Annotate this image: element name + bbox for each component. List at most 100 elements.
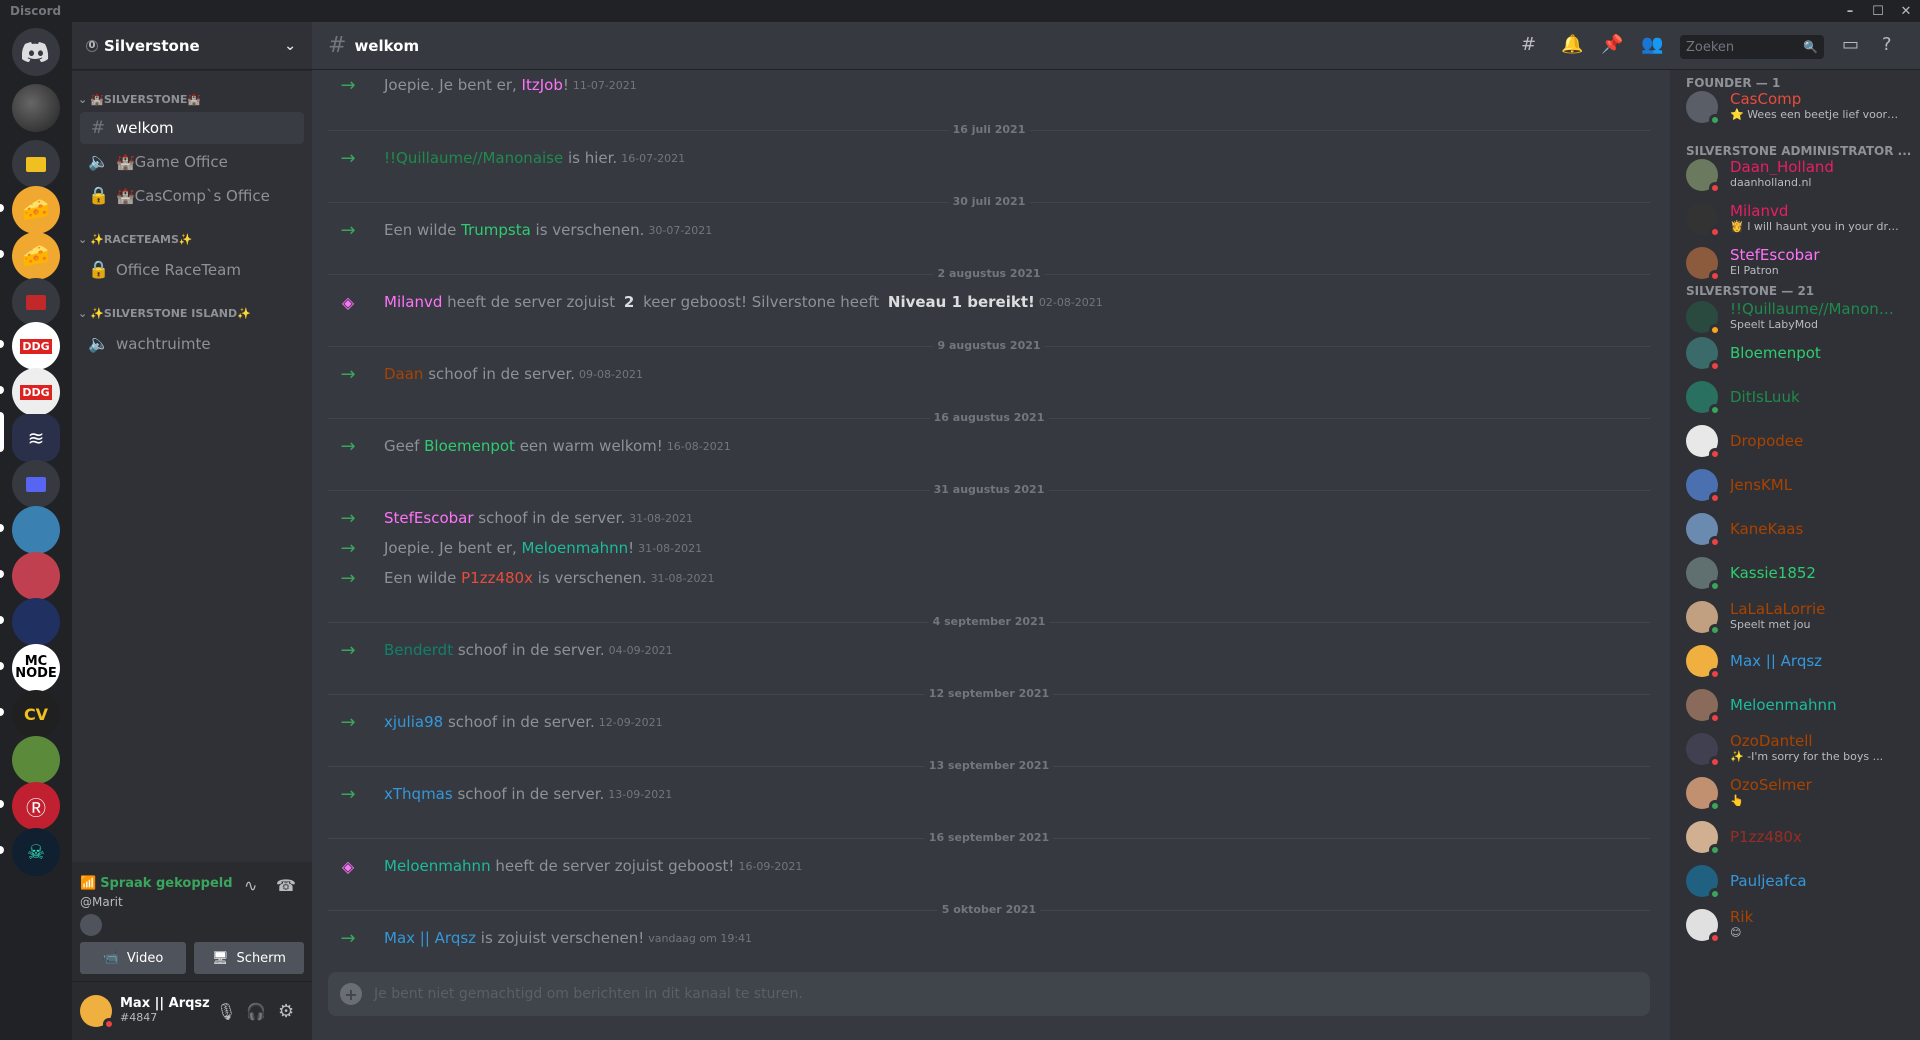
message-username[interactable]: ItzJob — [522, 76, 563, 94]
category-silverstone-island[interactable]: ⌄ ✨SILVERSTONE ISLAND✨ — [78, 307, 251, 320]
avatar — [1686, 689, 1721, 724]
member-item[interactable]: KaneKaas — [1678, 508, 1904, 550]
close-icon[interactable]: ✕ — [1892, 0, 1920, 22]
member-item[interactable]: Daan_Holland daanholland.nl — [1678, 154, 1904, 196]
boost-icon: ◈ — [341, 856, 355, 876]
cheese-server-icon-2[interactable]: 🧀 — [12, 232, 60, 280]
cv-server-icon[interactable]: CV — [12, 690, 60, 738]
members-icon[interactable]: 👥 — [1641, 34, 1663, 55]
member-item[interactable]: Bloemenpot — [1678, 332, 1904, 374]
member-item[interactable]: LaLaLaLorrie Speelt met jou — [1678, 596, 1904, 638]
message-username[interactable]: Trumpsta — [461, 221, 531, 239]
cheese-server-icon[interactable]: 🧀 — [12, 186, 60, 234]
headphones-icon[interactable]: 🎧 — [246, 1002, 266, 1021]
search-input[interactable]: Zoeken 🔍 — [1680, 35, 1824, 59]
member-item[interactable]: StefEscobar El Patron — [1678, 242, 1904, 284]
category-silverstone[interactable]: ⌄ 🏰SILVERSTONE🏰 — [78, 93, 201, 106]
avatar — [1686, 557, 1721, 592]
help-icon[interactable]: ? — [1882, 34, 1892, 55]
city-server-icon[interactable] — [12, 506, 60, 554]
channel-cascomp-office[interactable]: 🔒 🏰CasComp`s Office — [80, 180, 304, 212]
member-info: OzoDantell ✨ -I'm sorry for the boys ... — [1730, 733, 1883, 765]
voice-participant-avatar[interactable] — [80, 914, 102, 936]
message-username[interactable]: Benderdt — [384, 641, 453, 659]
threads-icon[interactable]: # — [1521, 34, 1536, 55]
member-info: DitIsLuuk — [1730, 389, 1800, 405]
screen-share-button[interactable]: 🖥 Scherm — [194, 942, 304, 974]
member-item[interactable]: CasComp ⭐ Wees een beetje lief voor e... — [1678, 86, 1904, 128]
pin-icon[interactable]: 📌 — [1601, 34, 1623, 55]
bell-icon[interactable]: 🔔 — [1561, 34, 1583, 55]
inbox-icon[interactable]: ▭ — [1842, 34, 1859, 55]
channel-wachtruimte[interactable]: 🔈 wachtruimte — [80, 328, 304, 360]
message-username[interactable]: Milanvd — [384, 293, 442, 311]
message-text: Geef — [384, 437, 425, 455]
member-item[interactable]: OzoSelmer 👆 — [1678, 772, 1904, 814]
member-item[interactable]: Meloenmahnn — [1678, 684, 1904, 726]
message-username[interactable]: StefEscobar — [384, 509, 474, 527]
channel-game-office[interactable]: 🔈 🏰Game Office — [80, 146, 304, 178]
message-username[interactable]: Meloenmahnn — [384, 857, 491, 875]
eagle-server-icon[interactable] — [12, 598, 60, 646]
member-item[interactable]: Rik 😊 — [1678, 904, 1904, 946]
member-item[interactable]: P1zz480x — [1678, 816, 1904, 858]
video-icon: 📹 — [102, 950, 119, 966]
channel-welkom[interactable]: # welkom — [80, 112, 304, 144]
user-avatar-guild[interactable] — [12, 84, 60, 132]
member-item[interactable]: DitIsLuuk — [1678, 376, 1904, 418]
message-username[interactable]: P1zz480x — [461, 569, 533, 587]
member-item[interactable]: Dropodee — [1678, 420, 1904, 462]
member-item[interactable]: Pauljeafca — [1678, 860, 1904, 902]
message-username[interactable]: !!Quillaume//Manonaise — [384, 149, 563, 167]
message-username[interactable]: Max || Arqsz — [384, 929, 476, 947]
message-username[interactable]: Meloenmahnn — [522, 539, 629, 557]
mc-node-server-icon[interactable]: MC NODE — [12, 644, 60, 692]
video-button[interactable]: 📹 Video — [80, 942, 186, 974]
folder-red-icon[interactable] — [12, 278, 60, 326]
message-username[interactable]: xThqmas — [384, 785, 453, 803]
member-name: Meloenmahnn — [1730, 697, 1837, 713]
member-item[interactable]: OzoDantell ✨ -I'm sorry for the boys ... — [1678, 728, 1904, 770]
date-divider: 16 september 2021 — [328, 831, 1650, 844]
silverstone-server-icon[interactable]: ≋ — [12, 414, 60, 462]
ddg-justitie-icon[interactable]: DDG — [12, 368, 60, 416]
channel-office-raceteam[interactable]: 🔒 Office RaceTeam — [80, 254, 304, 286]
disconnect-icon[interactable]: ☎ — [276, 876, 296, 895]
hash-icon: # — [328, 33, 347, 58]
member-item[interactable]: JensKML — [1678, 464, 1904, 506]
circle-logo-server-icon[interactable]: Ⓡ — [12, 782, 60, 830]
member-item[interactable]: Max || Arqsz — [1678, 640, 1904, 682]
voice-channel[interactable]: @Marit — [80, 895, 123, 909]
title-bar: Discord – ☐ ✕ — [0, 0, 1920, 22]
folder-yellow-icon[interactable] — [12, 140, 60, 188]
member-item[interactable]: Milanvd 👸 I will haunt you in your dre... — [1678, 198, 1904, 240]
member-info: StefEscobar El Patron — [1730, 247, 1820, 279]
message-username[interactable]: xjulia98 — [384, 713, 443, 731]
skull-server-icon[interactable]: ☠ — [12, 828, 60, 876]
microphone-icon[interactable]: 🎙 — [216, 1002, 236, 1021]
join-arrow-icon: → — [340, 74, 356, 96]
chevron-down-icon: ⌄ — [284, 37, 296, 54]
folder-blue-icon[interactable] — [12, 460, 60, 508]
message-text: Joepie. Je bent er, — [384, 539, 522, 557]
member-status-text: Speelt LabyMod — [1730, 318, 1818, 331]
gear-icon[interactable]: ⚙ — [278, 1001, 294, 1022]
noise-suppression-icon[interactable]: ∿ — [244, 876, 257, 895]
member-item[interactable]: Kassie1852 — [1678, 552, 1904, 594]
message-username[interactable]: Bloemenpot — [424, 437, 515, 455]
avatar[interactable] — [80, 995, 115, 1030]
server-header[interactable]: 0 Silverstone ⌄ — [72, 22, 312, 70]
minimize-icon[interactable]: – — [1836, 0, 1864, 22]
member-name: OzoSelmer — [1730, 777, 1812, 793]
join-arrow-icon: → — [340, 507, 356, 529]
date-divider-label: 12 september 2021 — [924, 687, 1054, 700]
message-input[interactable]: + Je bent niet gemachtigd om berichten i… — [328, 972, 1650, 1016]
city-server-icon-2[interactable] — [12, 552, 60, 600]
maximize-icon[interactable]: ☐ — [1864, 0, 1892, 22]
avatar — [1686, 733, 1721, 768]
category-raceteams[interactable]: ⌄ ✨RACETEAMS✨ — [78, 233, 193, 246]
ddg-server-icon[interactable]: DDG — [12, 322, 60, 370]
message-username[interactable]: Daan — [384, 365, 423, 383]
home-discord-icon[interactable] — [12, 28, 60, 76]
grass-block-server-icon[interactable] — [12, 736, 60, 784]
